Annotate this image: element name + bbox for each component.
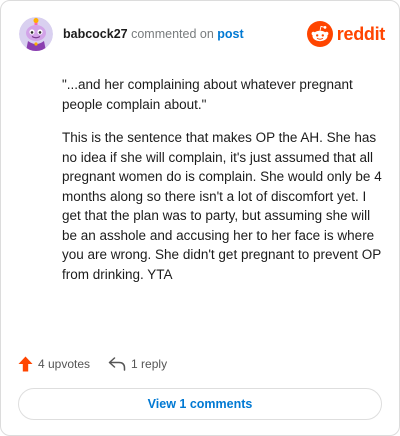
comment-paragraph: This is the sentence that makes OP the A… [62, 130, 382, 282]
comment-meta: babcock27 commented on post [63, 26, 244, 42]
comment-actions: 4 upvotes 1 reply [18, 353, 185, 375]
reddit-brand[interactable]: reddit [306, 20, 386, 48]
comment-quote: "...and her complaining about whatever p… [62, 77, 353, 112]
upvote-count: 4 upvotes [38, 357, 91, 371]
reddit-snoo-icon [306, 21, 333, 47]
comment-body: "...and her complaining about whatever p… [62, 75, 382, 298]
view-comments-button[interactable]: View 1 comments [18, 388, 382, 420]
commented-on-label: commented on [131, 27, 214, 41]
user-avatar[interactable] [19, 17, 53, 51]
comment-card: babcock27 commented on post reddit "...a… [0, 0, 400, 436]
comment-header: babcock27 commented on post reddit [19, 17, 385, 53]
reply-button[interactable]: 1 reply [108, 357, 167, 371]
upvote-button[interactable]: 4 upvotes [18, 356, 90, 372]
reddit-wordmark: reddit [336, 23, 386, 44]
username-link[interactable]: babcock27 [63, 27, 128, 41]
reply-arrow-icon [108, 357, 126, 371]
reply-count: 1 reply [131, 357, 168, 371]
post-link[interactable]: post [217, 27, 243, 41]
upvote-arrow-icon [18, 356, 33, 372]
